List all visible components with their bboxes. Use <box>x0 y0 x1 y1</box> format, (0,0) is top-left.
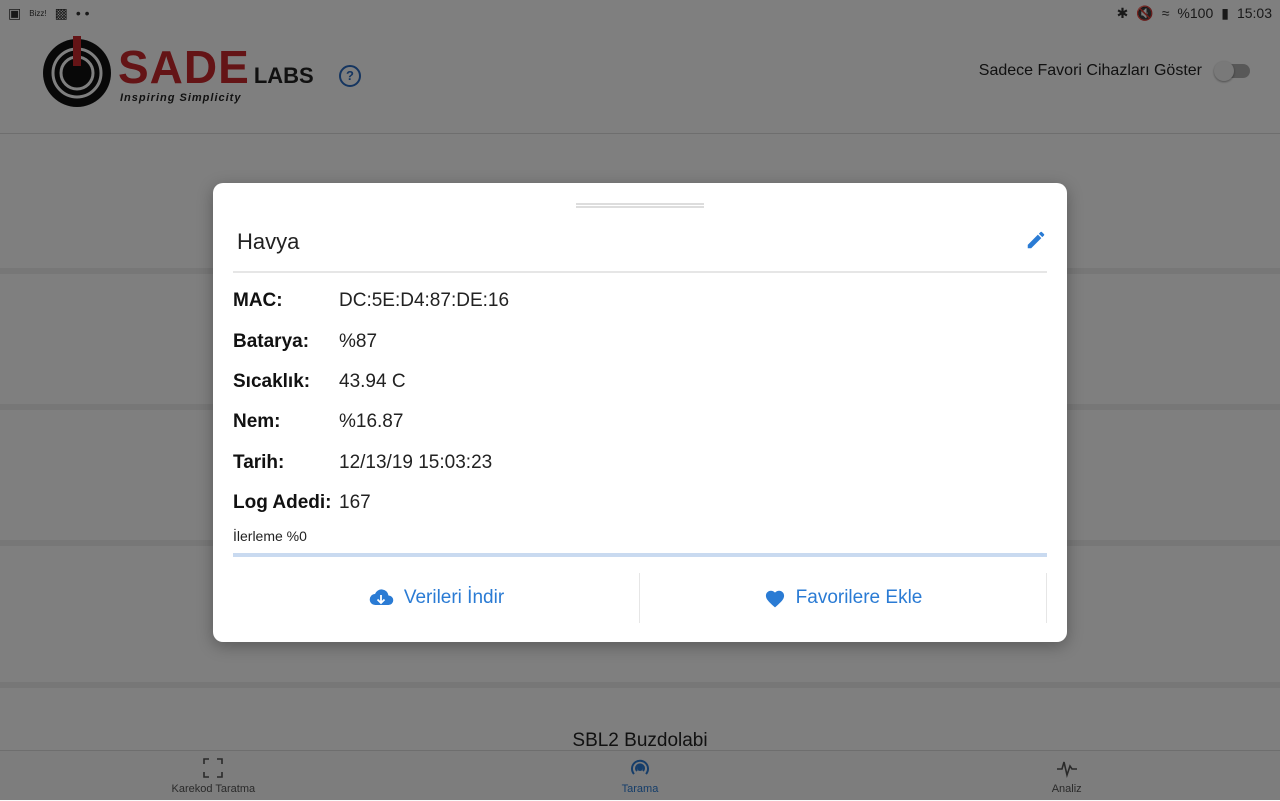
info-row-mac: MAC: DC:5E:D4:87:DE:16 <box>233 281 509 321</box>
device-info-list: MAC: DC:5E:D4:87:DE:16 Batarya: %87 Sıca… <box>233 281 509 523</box>
info-label: Log Adedi: <box>233 492 332 514</box>
info-row-log-count: Log Adedi: 167 <box>233 483 509 523</box>
progress-label: İlerleme %0 <box>233 528 307 544</box>
edit-pencil-icon[interactable] <box>1025 229 1047 251</box>
dialog-drag-handle[interactable] <box>576 203 704 208</box>
info-value: 43.94 C <box>339 370 406 392</box>
download-progress-bar <box>233 553 1047 557</box>
add-to-favorites-label: Favorilere Ekle <box>795 587 923 608</box>
dialog-title: Havya <box>237 229 300 254</box>
download-data-button[interactable]: Verileri İndir <box>233 573 639 623</box>
info-row-battery: Batarya: %87 <box>233 321 509 361</box>
dialog-divider <box>233 271 1047 273</box>
cloud-download-icon <box>369 589 394 606</box>
info-label: Nem: <box>233 411 281 433</box>
dialog-actions: Verileri İndir Favorilere Ekle <box>233 573 1047 623</box>
info-value: %87 <box>339 330 378 352</box>
info-value: 167 <box>339 492 371 514</box>
info-label: MAC: <box>233 290 283 312</box>
download-data-label: Verileri İndir <box>403 587 505 608</box>
info-row-humidity: Nem: %16.87 <box>233 402 509 442</box>
device-details-dialog: Havya MAC: DC:5E:D4:87:DE:16 Batarya: %8… <box>213 183 1067 642</box>
info-value: DC:5E:D4:87:DE:16 <box>339 290 510 312</box>
info-label: Sıcaklık: <box>233 370 311 392</box>
info-value: 12/13/19 15:03:23 <box>339 451 493 473</box>
info-label: Tarih: <box>233 451 285 473</box>
info-value: %16.87 <box>339 411 404 433</box>
info-label: Batarya: <box>233 330 310 352</box>
heart-icon <box>765 590 784 608</box>
action-divider <box>1046 573 1047 623</box>
add-to-favorites-button[interactable]: Favorilere Ekle <box>639 573 1046 623</box>
info-row-temperature: Sıcaklık: 43.94 C <box>233 362 509 402</box>
info-row-date: Tarih: 12/13/19 15:03:23 <box>233 443 509 483</box>
